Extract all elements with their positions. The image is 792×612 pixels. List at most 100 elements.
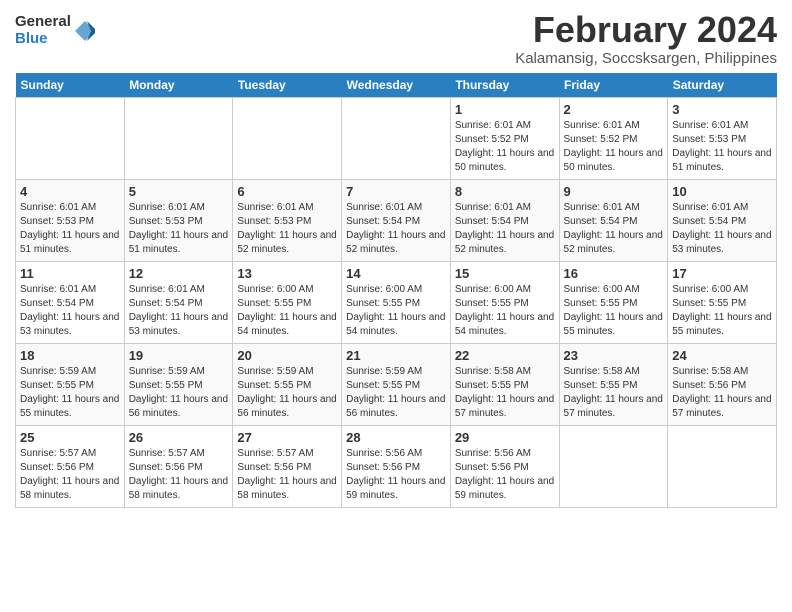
header-day-sunday: Sunday <box>16 73 125 98</box>
logo-blue: Blue <box>15 31 71 48</box>
calendar-header: SundayMondayTuesdayWednesdayThursdayFrid… <box>16 73 777 98</box>
calendar-cell: 12 Sunrise: 6:01 AMSunset: 5:54 PMDayligh… <box>124 261 233 343</box>
calendar-cell <box>668 425 777 507</box>
day-info: Sunrise: 6:01 AMSunset: 5:53 PMDaylight:… <box>672 119 772 175</box>
header-day-saturday: Saturday <box>668 73 777 98</box>
month-title: February 2024 <box>515 10 777 50</box>
calendar-cell: 8Sunrise: 6:01 AMSunset: 5:54 PMDaylight… <box>450 179 559 261</box>
calendar-cell: 18 Sunrise: 5:59 AMSunset: 5:55 PMDayligh… <box>16 343 125 425</box>
logo: General Blue <box>15 14 97 47</box>
calendar-cell: 2 Sunrise: 6:01 AMSunset: 5:52 PMDaylight… <box>559 97 668 179</box>
day-number: 21 <box>346 348 446 363</box>
day-info: Sunrise: 5:57 AMSunset: 5:56 PMDaylight:… <box>129 447 229 503</box>
calendar-cell: 19 Sunrise: 5:59 AMSunset: 5:55 PMDayligh… <box>124 343 233 425</box>
calendar-table: SundayMondayTuesdayWednesdayThursdayFrid… <box>15 73 777 508</box>
day-info: Sunrise: 6:00 AMSunset: 5:55 PMDaylight:… <box>564 283 664 339</box>
calendar-cell: 21 Sunrise: 5:59 AMSunset: 5:55 PMDayligh… <box>342 343 451 425</box>
day-info: Sunrise: 5:59 AMSunset: 5:55 PMDaylight:… <box>20 365 120 421</box>
header-day-tuesday: Tuesday <box>233 73 342 98</box>
day-info: Sunrise: 5:59 AMSunset: 5:55 PMDaylight:… <box>346 365 446 421</box>
calendar-cell: 15 Sunrise: 6:00 AMSunset: 5:55 PMDayligh… <box>450 261 559 343</box>
calendar-cell <box>559 425 668 507</box>
calendar-cell: 24 Sunrise: 5:58 AMSunset: 5:56 PMDayligh… <box>668 343 777 425</box>
day-number: 17 <box>672 266 772 281</box>
logo-icon <box>73 19 97 43</box>
day-number: 6 <box>237 184 337 199</box>
day-info: Sunrise: 5:56 AMSunset: 5:56 PMDaylight:… <box>346 447 446 503</box>
calendar-cell: 22Sunrise: 5:58 AMSunset: 5:55 PMDayligh… <box>450 343 559 425</box>
calendar-cell <box>233 97 342 179</box>
day-info: Sunrise: 5:59 AMSunset: 5:55 PMDaylight:… <box>129 365 229 421</box>
calendar-cell <box>16 97 125 179</box>
day-number: 1 <box>455 102 555 117</box>
calendar-cell: 7 Sunrise: 6:01 AMSunset: 5:54 PMDaylight… <box>342 179 451 261</box>
title-area: February 2024 Kalamansig, Soccsksargen, … <box>515 10 777 67</box>
calendar-cell: 14 Sunrise: 6:00 AMSunset: 5:55 PMDayligh… <box>342 261 451 343</box>
day-number: 14 <box>346 266 446 281</box>
day-info: Sunrise: 6:01 AMSunset: 5:53 PMDaylight:… <box>129 201 229 257</box>
calendar-week-4: 18 Sunrise: 5:59 AMSunset: 5:55 PMDayligh… <box>16 343 777 425</box>
day-info: Sunrise: 5:58 AMSunset: 5:55 PMDaylight:… <box>455 365 555 421</box>
day-number: 7 <box>346 184 446 199</box>
calendar-cell: 26 Sunrise: 5:57 AMSunset: 5:56 PMDayligh… <box>124 425 233 507</box>
calendar-cell: 13 Sunrise: 6:00 AMSunset: 5:55 PMDayligh… <box>233 261 342 343</box>
calendar-cell: 17 Sunrise: 6:00 AMSunset: 5:55 PMDayligh… <box>668 261 777 343</box>
day-number: 28 <box>346 430 446 445</box>
day-number: 10 <box>672 184 772 199</box>
day-number: 15 <box>455 266 555 281</box>
header-row: SundayMondayTuesdayWednesdayThursdayFrid… <box>16 73 777 98</box>
day-info: Sunrise: 6:00 AMSunset: 5:55 PMDaylight:… <box>237 283 337 339</box>
day-info: Sunrise: 6:01 AMSunset: 5:53 PMDaylight:… <box>20 201 120 257</box>
day-number: 26 <box>129 430 229 445</box>
day-info: Sunrise: 6:01 AMSunset: 5:53 PMDaylight:… <box>237 201 337 257</box>
day-number: 29 <box>455 430 555 445</box>
day-number: 19 <box>129 348 229 363</box>
day-number: 5 <box>129 184 229 199</box>
day-info: Sunrise: 5:59 AMSunset: 5:55 PMDaylight:… <box>237 365 337 421</box>
day-number: 16 <box>564 266 664 281</box>
day-number: 4 <box>20 184 120 199</box>
day-info: Sunrise: 6:00 AMSunset: 5:55 PMDaylight:… <box>346 283 446 339</box>
calendar-cell: 11Sunrise: 6:01 AMSunset: 5:54 PMDayligh… <box>16 261 125 343</box>
day-info: Sunrise: 6:01 AMSunset: 5:54 PMDaylight:… <box>129 283 229 339</box>
day-info: Sunrise: 5:58 AMSunset: 5:55 PMDaylight:… <box>564 365 664 421</box>
logo-general: General <box>15 14 71 31</box>
day-info: Sunrise: 6:01 AMSunset: 5:52 PMDaylight:… <box>564 119 664 175</box>
day-info: Sunrise: 6:00 AMSunset: 5:55 PMDaylight:… <box>455 283 555 339</box>
calendar-cell: 10 Sunrise: 6:01 AMSunset: 5:54 PMDayligh… <box>668 179 777 261</box>
calendar-cell: 6 Sunrise: 6:01 AMSunset: 5:53 PMDaylight… <box>233 179 342 261</box>
header-day-monday: Monday <box>124 73 233 98</box>
day-number: 18 <box>20 348 120 363</box>
calendar-cell: 25 Sunrise: 5:57 AMSunset: 5:56 PMDayligh… <box>16 425 125 507</box>
calendar-cell: 16 Sunrise: 6:00 AMSunset: 5:55 PMDayligh… <box>559 261 668 343</box>
calendar-cell: 1 Sunrise: 6:01 AMSunset: 5:52 PMDaylight… <box>450 97 559 179</box>
day-info: Sunrise: 6:01 AMSunset: 5:54 PMDaylight:… <box>346 201 446 257</box>
calendar-week-3: 11 Sunrise: 6:01 AMSunset: 5:54 PMDayligh… <box>16 261 777 343</box>
calendar-cell: 29Sunrise: 5:56 AMSunset: 5:56 PMDayligh… <box>450 425 559 507</box>
day-number: 25 <box>20 430 120 445</box>
calendar-cell: 27Sunrise: 5:57 AMSunset: 5:56 PMDayligh… <box>233 425 342 507</box>
day-number: 23 <box>564 348 664 363</box>
day-number: 20 <box>237 348 337 363</box>
day-info: Sunrise: 6:00 AMSunset: 5:55 PMDaylight:… <box>672 283 772 339</box>
day-info: Sunrise: 5:57 AMSunset: 5:56 PMDaylight:… <box>20 447 120 503</box>
calendar-cell <box>124 97 233 179</box>
calendar-cell: 23 Sunrise: 5:58 AMSunset: 5:55 PMDayligh… <box>559 343 668 425</box>
calendar-cell: 28 Sunrise: 5:56 AMSunset: 5:56 PMDayligh… <box>342 425 451 507</box>
calendar-week-5: 25 Sunrise: 5:57 AMSunset: 5:56 PMDayligh… <box>16 425 777 507</box>
calendar-cell: 3 Sunrise: 6:01 AMSunset: 5:53 PMDaylight… <box>668 97 777 179</box>
day-info: Sunrise: 5:58 AMSunset: 5:56 PMDaylight:… <box>672 365 772 421</box>
day-number: 3 <box>672 102 772 117</box>
header-day-friday: Friday <box>559 73 668 98</box>
day-number: 24 <box>672 348 772 363</box>
calendar-cell: 20 Sunrise: 5:59 AMSunset: 5:55 PMDayligh… <box>233 343 342 425</box>
calendar-cell <box>342 97 451 179</box>
day-number: 11 <box>20 266 120 281</box>
day-info: Sunrise: 6:01 AMSunset: 5:52 PMDaylight:… <box>455 119 555 175</box>
header: General Blue February 2024 Kalamansig, S… <box>15 10 777 67</box>
day-info: Sunrise: 6:01 AMSunset: 5:54 PMDaylight:… <box>672 201 772 257</box>
day-number: 12 <box>129 266 229 281</box>
day-number: 8 <box>455 184 555 199</box>
day-number: 13 <box>237 266 337 281</box>
day-number: 2 <box>564 102 664 117</box>
